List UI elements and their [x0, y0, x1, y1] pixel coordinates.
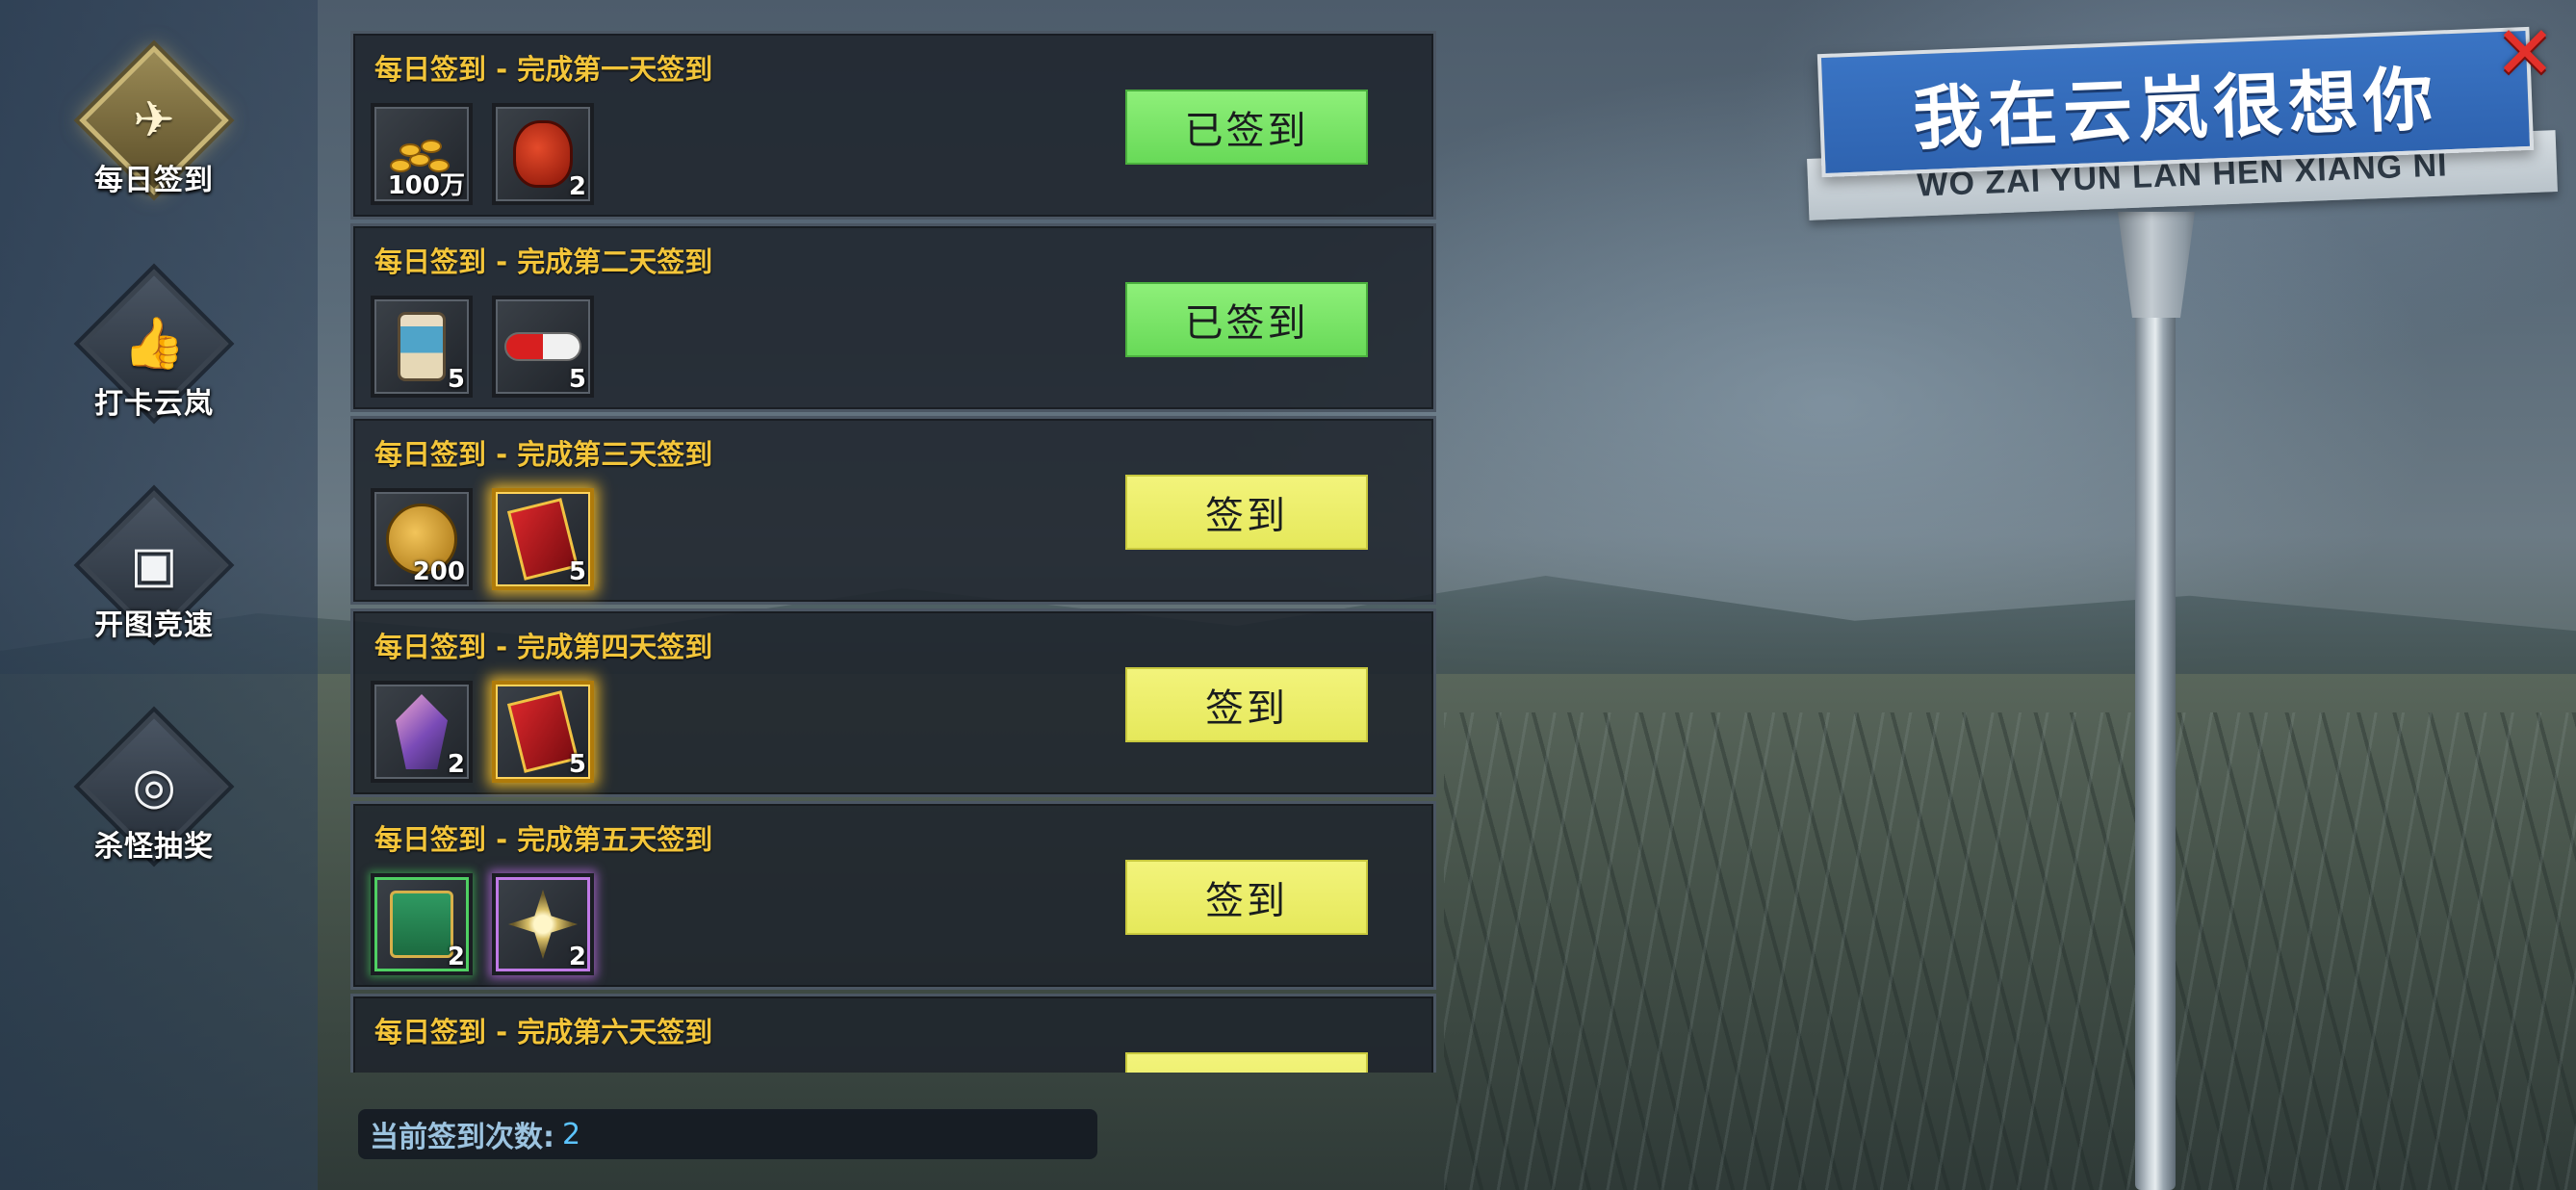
signpost-pole	[2135, 221, 2176, 1190]
row-title: 每日签到 - 完成第四天签到	[374, 631, 713, 663]
paper-plane-icon: ✈	[133, 91, 175, 149]
thumbs-up-icon: 👍	[122, 315, 186, 373]
checkin-row-day-1: 每日签到 - 完成第一天签到 100万 2 已签到	[350, 31, 1436, 220]
nav-item-3[interactable]: ▣ 开图竞速	[58, 490, 250, 676]
reward-slot[interactable]: 5	[371, 296, 473, 398]
background-grass	[1444, 712, 2576, 1190]
checked-in-button[interactable]: 已签到	[1125, 90, 1368, 165]
nav-label: 每日签到	[94, 164, 214, 197]
nav-item-4[interactable]: ◎ 杀怪抽奖	[58, 711, 250, 897]
checkin-row-day-2: 每日签到 - 完成第二天签到 5 5 已签到	[350, 223, 1436, 412]
nav-label: 打卡云岚	[94, 387, 214, 421]
reward-slot[interactable]: 2	[492, 103, 594, 205]
checkin-row-day-5: 每日签到 - 完成第五天签到 2 2 签到	[350, 801, 1436, 990]
counter-label: 当前签到次数:	[370, 1121, 554, 1154]
reward-quantity: 5	[447, 365, 465, 394]
nav-label: 开图竞速	[94, 608, 214, 642]
row-title: 每日签到 - 完成第二天签到	[374, 246, 713, 278]
row-title: 每日签到 - 完成第一天签到	[374, 53, 713, 86]
row-title: 每日签到 - 完成第六天签到	[374, 1016, 713, 1048]
counter-value: 2	[562, 1117, 581, 1151]
nav-item-1[interactable]: ✈ 每日签到	[58, 45, 250, 231]
checkin-counter: 当前签到次数: 2	[358, 1109, 1097, 1159]
checkin-row-day-3: 每日签到 - 完成第三天签到 200 5 签到	[350, 416, 1436, 605]
reward-quantity: 5	[568, 557, 586, 586]
reward-quantity: 200	[412, 557, 465, 586]
reward-slot[interactable]: 2	[492, 873, 594, 975]
reward-quantity: 2	[447, 750, 465, 779]
reward-quantity: 100万	[387, 171, 465, 200]
checkin-row-day-4: 每日签到 - 完成第四天签到 2 5 签到	[350, 608, 1436, 797]
close-button[interactable]: ✕	[2491, 10, 2559, 95]
row-title: 每日签到 - 完成第五天签到	[374, 823, 713, 856]
reward-quantity: 2	[568, 943, 586, 971]
reward-quantity: 5	[568, 365, 586, 394]
scroll-icon: ◎	[132, 758, 176, 815]
nav-item-2[interactable]: 👍 打卡云岚	[58, 269, 250, 454]
row-title: 每日签到 - 完成第三天签到	[374, 438, 713, 471]
reward-slot[interactable]: 2	[371, 681, 473, 783]
close-icon: ✕	[2494, 10, 2556, 95]
reward-slot[interactable]: 5	[492, 296, 594, 398]
reward-slot[interactable]: 5	[492, 488, 594, 590]
reward-quantity: 2	[568, 172, 586, 201]
sign-title: 我在云岚很想你	[1911, 58, 2440, 159]
checkin-row-day-6: 每日签到 - 完成第六天签到	[350, 994, 1436, 1073]
reward-slot[interactable]: 200	[371, 488, 473, 590]
reward-quantity: 5	[568, 750, 586, 779]
reward-slot[interactable]: 5	[492, 681, 594, 783]
checked-in-button[interactable]: 已签到	[1125, 282, 1368, 357]
checkin-button[interactable]: 签到	[1125, 667, 1368, 742]
reward-quantity: 2	[447, 943, 465, 971]
checkin-button[interactable]: 签到	[1125, 475, 1368, 550]
picture-icon: ▣	[130, 536, 178, 594]
reward-slot[interactable]: 2	[371, 873, 473, 975]
checkin-list[interactable]: 每日签到 - 完成第一天签到 100万 2 已签到 每日签到 - 完成第二天签到 5 5 已签…	[350, 31, 1436, 1073]
nav-label: 杀怪抽奖	[94, 830, 214, 864]
checkin-button[interactable]	[1125, 1052, 1368, 1073]
reward-slot[interactable]: 100万	[371, 103, 473, 205]
checkin-button[interactable]: 签到	[1125, 860, 1368, 935]
